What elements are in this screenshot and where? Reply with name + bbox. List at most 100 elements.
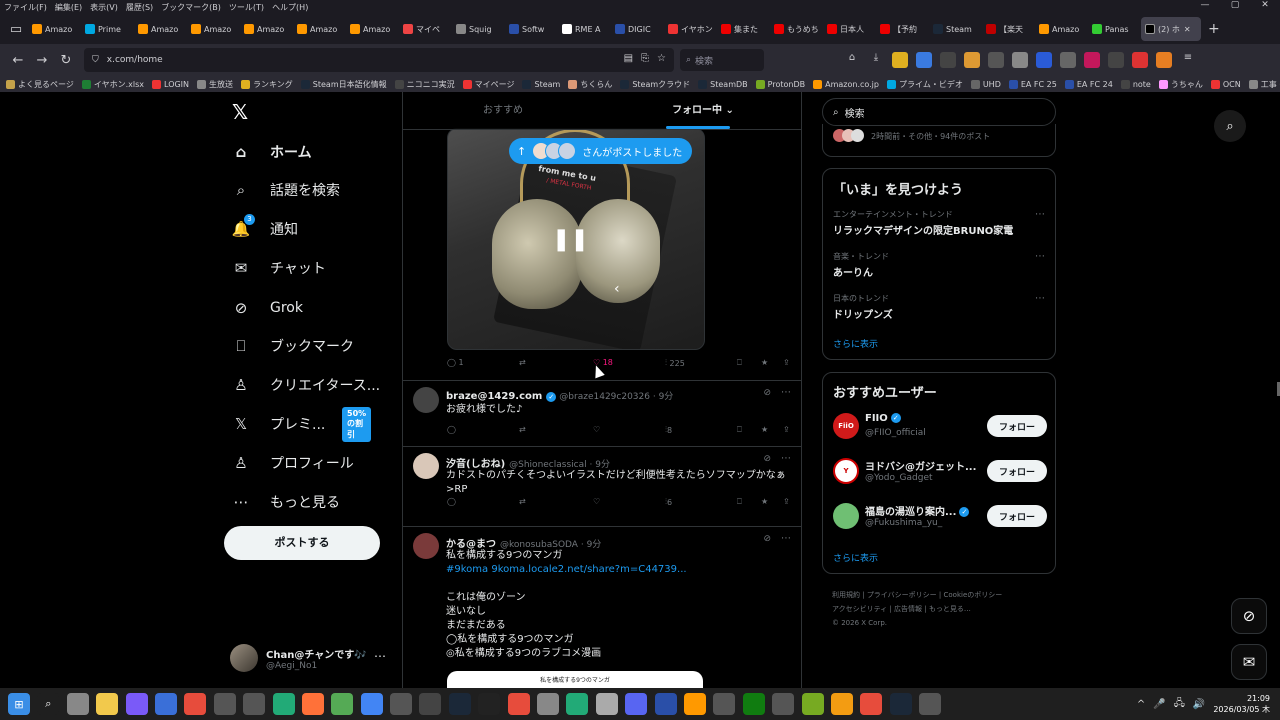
app-icon[interactable] [331,693,354,715]
volume-icon[interactable]: 🔊 [1193,699,1205,710]
footer-link[interactable]: アクセシビリティ [832,605,887,613]
paint-icon[interactable] [184,693,207,715]
reply-icon[interactable]: ◯ [447,425,456,434]
chevron-left-icon[interactable]: ‹ [614,281,620,297]
extension-icon[interactable] [1012,52,1028,68]
bookmark-item[interactable]: イヤホン.xlsx [81,79,144,90]
views-button[interactable]: ⫶ 225 [665,358,685,368]
app-icon[interactable] [272,693,295,715]
firefox-icon[interactable] [301,693,324,715]
app-icon[interactable] [772,693,795,715]
tweet-time[interactable]: 9分 [659,392,674,402]
search-input[interactable]: ⌕ 検索 [822,98,1056,126]
maximize-button[interactable]: ▢ [1220,0,1250,14]
messages-icon[interactable]: ✉ [1231,644,1267,680]
browser-search-field[interactable]: ⌕ 検索 [680,49,764,71]
app-icon[interactable] [919,693,942,715]
browser-tab[interactable]: RME A [558,17,610,41]
extension-icon[interactable] [1156,52,1172,68]
avatar[interactable]: FiiO [833,413,859,439]
browser-tab[interactable]: Amazo [293,17,345,41]
pause-icon[interactable]: ❚❚ [552,227,589,252]
browser-tab[interactable]: イヤホン [664,17,716,41]
menu-item[interactable]: 編集(E) [55,2,82,13]
forward-button[interactable]: → [30,53,54,68]
browser-tab[interactable]: もうめち [770,17,822,41]
share-icon[interactable]: ⇪ [783,358,790,367]
browser-tab[interactable]: Amazo [1035,17,1087,41]
follow-button[interactable]: フォロー [987,415,1047,437]
post-button[interactable]: ポストする [224,526,380,560]
minimize-button[interactable]: — [1190,0,1220,14]
account-switcher[interactable]: Chan@チャンです🎶 @Aegi_No1 ⋯ [230,640,398,676]
extension-icon[interactable] [916,52,932,68]
extension-icon[interactable] [1108,52,1124,68]
more-icon[interactable]: ⋯ [1035,293,1045,304]
tweet[interactable]: かる@まつ @konosubaSODA · 9分 ⊘ ⋯ 私を構成する9つのマンガ #9k… [403,526,801,688]
views-button[interactable]: ⫶ 8 [665,425,672,435]
bookmark-item[interactable]: Steamクラウド [620,79,690,90]
browser-tab[interactable]: Amazo [28,17,80,41]
bookmark-item[interactable]: UHD [970,79,1001,89]
tab-list-icon[interactable]: ▭ [4,22,28,37]
trend-item[interactable]: 音楽・トレンド あーりん ⋯ [833,251,1047,279]
reload-button[interactable]: ↻ [54,53,78,68]
more-icon[interactable]: ⋯ [781,387,791,398]
download-icon[interactable]: ⤓ [868,52,884,68]
grok-explain-icon[interactable]: ⊘ [763,388,771,398]
footer-link[interactable]: 利用規約 [832,591,860,599]
nav-item-bell[interactable]: 🔔 3 通知 [232,214,298,243]
menu-item[interactable]: ファイル(F) [4,2,47,13]
browser-tab[interactable]: Amazo [240,17,292,41]
grok-explain-icon[interactable]: ⊘ [763,454,771,464]
more-icon[interactable]: ⋯ [374,649,386,663]
bookmark-item[interactable]: SteamDB [698,79,748,89]
nav-item-creator[interactable]: ♙ クリエイタース... [232,371,380,399]
translate-icon[interactable]: ⎘ [641,53,649,64]
browser-tab[interactable]: Softw [505,17,557,41]
follow-button[interactable]: フォロー [987,460,1047,482]
menu-icon[interactable]: ≡ [1180,52,1196,68]
avatar[interactable]: Y [833,458,859,484]
bookmark-item[interactable]: うちゃん [1158,79,1203,90]
extension-icon[interactable] [988,52,1004,68]
app-icon[interactable] [860,693,883,715]
follow-button[interactable]: フォロー [987,505,1047,527]
clock[interactable]: 21:09 2026/03/05 木 [1213,693,1270,715]
discord-icon[interactable] [625,693,648,715]
app-icon[interactable] [713,693,736,715]
steam-icon[interactable] [448,693,471,715]
suggested-user[interactable]: 福島の湯巡り案内... ✓ @Fukushima_yu_ フォロー [833,501,1047,531]
grok-star-icon[interactable]: ★ [761,497,768,506]
app-icon[interactable] [478,693,501,715]
reader-icon[interactable]: ▤ [624,53,633,64]
search-icon[interactable]: ⌕ [37,693,60,715]
browser-tab[interactable]: 日本人 [823,17,875,41]
footer-link[interactable]: もっと見る… [929,605,971,613]
bookmark-item[interactable]: Amazon.co.jp [813,79,879,89]
avatar[interactable] [833,503,859,529]
browser-tab-active[interactable]: (2) ホ ✕ [1141,17,1201,41]
tweet[interactable]: braze@1429.com ✓ @braze1429c20326 · 9分 ⊘ ⋯ お疲… [403,380,801,446]
app-icon[interactable] [595,693,618,715]
share-icon[interactable]: ⇪ [783,425,790,434]
browser-tab[interactable]: Steam [929,17,981,41]
menu-item[interactable]: ツール(T) [229,2,264,13]
footer-link[interactable]: Cookieのポリシー [944,591,1003,599]
nav-item-bookmark[interactable]: ⎕ ブックマーク [232,332,354,360]
footer-link[interactable]: 広告情報 [894,605,922,613]
copilot-icon[interactable] [125,693,148,715]
suggested-user[interactable]: FiiO FIIO ✓ @FIIO_official フォロー [833,411,1047,441]
app-icon[interactable] [390,693,413,715]
microphone-icon[interactable]: 🎤 [1153,699,1165,710]
browser-tab[interactable]: Prime [81,17,133,41]
trends-show-more[interactable]: さらに表示 [833,337,878,350]
settings-icon[interactable] [66,693,89,715]
browser-tab[interactable]: マイペ [399,17,451,41]
more-icon[interactable]: ⋯ [1035,209,1045,220]
tray-chevron-icon[interactable]: ^ [1137,699,1145,710]
close-window-button[interactable]: ✕ [1250,0,1280,14]
nav-item-grok[interactable]: ⊘ Grok [232,294,303,322]
bookmark-item[interactable]: プライム・ビデオ [886,79,963,90]
app-icon[interactable] [537,693,560,715]
